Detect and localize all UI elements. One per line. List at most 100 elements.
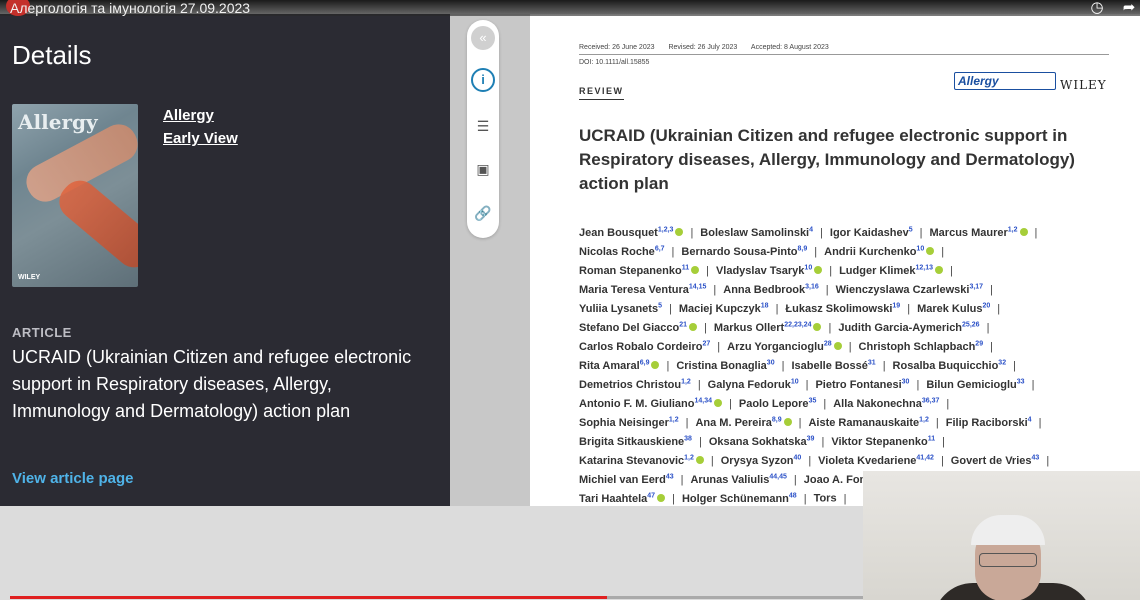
- author-name[interactable]: Viktor Stepanenko11: [831, 435, 935, 448]
- author-name[interactable]: Sophia Neisinger1,2: [579, 416, 679, 429]
- affiliation-sup[interactable]: 14,34: [694, 397, 712, 404]
- affiliation-sup[interactable]: 18: [761, 302, 769, 309]
- affiliation-sup[interactable]: 32: [998, 359, 1006, 366]
- info-icon[interactable]: i: [471, 68, 495, 92]
- affiliation-sup[interactable]: 1,2,3: [658, 226, 674, 233]
- author-name[interactable]: Orysya Syzon40: [721, 454, 802, 467]
- orcid-icon[interactable]: [814, 265, 823, 274]
- affiliation-sup[interactable]: 43: [1032, 454, 1040, 461]
- author-name[interactable]: Govert de Vries43: [951, 454, 1040, 467]
- author-name[interactable]: Vladyslav Tsaryk10: [716, 264, 823, 277]
- affiliation-sup[interactable]: 3,16: [805, 283, 819, 290]
- author-name[interactable]: Nicolas Roche6,7: [579, 245, 665, 258]
- affiliation-sup[interactable]: 8,9: [772, 416, 782, 423]
- author-name[interactable]: Paolo Lepore35: [739, 397, 817, 410]
- journal-cover-image[interactable]: Allergy WILEY: [12, 104, 138, 287]
- author-name[interactable]: Tari Haahtela47: [579, 492, 666, 505]
- affiliation-sup[interactable]: 8,9: [798, 245, 808, 252]
- orcid-icon[interactable]: [689, 322, 698, 331]
- author-name[interactable]: Jean Bousquet1,2,3: [579, 226, 684, 239]
- affiliation-sup[interactable]: 38: [684, 435, 692, 442]
- author-name[interactable]: Ludger Klimek12,13: [839, 264, 944, 277]
- affiliation-sup[interactable]: 39: [807, 435, 815, 442]
- author-name[interactable]: Filip Raciborski4: [946, 416, 1032, 429]
- affiliation-sup[interactable]: 41,42: [916, 454, 934, 461]
- author-name[interactable]: Boleslaw Samolinski4: [700, 226, 813, 239]
- affiliation-sup[interactable]: 22,23,24: [784, 321, 811, 328]
- affiliation-sup[interactable]: 12,13: [915, 264, 933, 271]
- author-name[interactable]: Marek Kulus20: [917, 302, 990, 315]
- affiliation-sup[interactable]: 14,15: [689, 283, 707, 290]
- affiliation-sup[interactable]: 11: [928, 435, 935, 442]
- author-name[interactable]: Aiste Ramanauskaite1,2: [808, 416, 929, 429]
- affiliation-sup[interactable]: 1,2: [1008, 226, 1018, 233]
- author-name[interactable]: Marcus Maurer1,2: [930, 226, 1028, 239]
- image-icon[interactable]: ▣: [471, 157, 495, 181]
- list-icon[interactable]: ☰: [471, 114, 495, 138]
- affiliation-sup[interactable]: 6,9: [640, 359, 650, 366]
- author-name[interactable]: Markus Ollert22,23,24: [714, 321, 822, 334]
- affiliation-sup[interactable]: 3,17: [969, 283, 983, 290]
- author-name[interactable]: Cristina Bonaglia30: [676, 359, 775, 372]
- author-name[interactable]: Bernardo Sousa-Pinto8,9: [681, 245, 808, 258]
- affiliation-sup[interactable]: 43: [666, 473, 674, 480]
- journal-name-link[interactable]: Allergy: [163, 107, 214, 124]
- affiliation-sup[interactable]: 1,2: [919, 416, 929, 423]
- author-name[interactable]: Michiel van Eerd43: [579, 473, 674, 486]
- author-name[interactable]: Rosalba Buquicchio32: [893, 359, 1007, 372]
- share-icon[interactable]: ➦: [1120, 0, 1138, 16]
- affiliation-sup[interactable]: 33: [1017, 378, 1025, 385]
- author-name[interactable]: Bilun Gemicioglu33: [926, 378, 1025, 391]
- affiliation-sup[interactable]: 10: [916, 245, 924, 252]
- clock-icon[interactable]: ◷: [1088, 0, 1106, 16]
- orcid-icon[interactable]: [691, 265, 700, 274]
- author-name[interactable]: Ana M. Pereira8,9: [695, 416, 792, 429]
- affiliation-sup[interactable]: 4: [809, 226, 813, 233]
- orcid-icon[interactable]: [935, 265, 944, 274]
- affiliation-sup[interactable]: 5: [909, 226, 913, 233]
- author-name[interactable]: Anna Bedbrook3,16: [723, 283, 819, 296]
- affiliation-sup[interactable]: 10: [791, 378, 799, 385]
- author-name[interactable]: Judith Garcia-Aymerich25,26: [838, 321, 979, 334]
- link-icon[interactable]: 🔗: [471, 201, 495, 225]
- author-name[interactable]: Łukasz Skolimowski19: [785, 302, 900, 315]
- orcid-icon[interactable]: [657, 493, 666, 502]
- author-name[interactable]: Carlos Robalo Cordeiro27: [579, 340, 710, 353]
- author-name[interactable]: Isabelle Bossé31: [791, 359, 876, 372]
- orcid-icon[interactable]: [833, 341, 842, 350]
- author-name[interactable]: Arunas Valiulis44,45: [690, 473, 787, 486]
- author-name[interactable]: Violeta Kvedariene41,42: [818, 454, 934, 467]
- affiliation-sup[interactable]: 1,2: [681, 378, 691, 385]
- affiliation-sup[interactable]: 44,45: [769, 473, 787, 480]
- affiliation-sup[interactable]: 30: [767, 359, 775, 366]
- author-name[interactable]: Wienczyslawa Czarlewski3,17: [836, 283, 983, 296]
- affiliation-sup[interactable]: 31: [868, 359, 876, 366]
- affiliation-sup[interactable]: 11: [682, 264, 689, 271]
- author-name[interactable]: Antonio F. M. Giuliano14,34: [579, 397, 723, 410]
- affiliation-sup[interactable]: 48: [789, 492, 797, 499]
- affiliation-sup[interactable]: 21: [679, 321, 687, 328]
- author-name[interactable]: Igor Kaidashev5: [830, 226, 913, 239]
- orcid-icon[interactable]: [813, 322, 822, 331]
- affiliation-sup[interactable]: 1,2: [669, 416, 679, 423]
- affiliation-sup[interactable]: 1,2: [684, 454, 694, 461]
- affiliation-sup[interactable]: 47: [647, 492, 655, 499]
- progress-fill[interactable]: [10, 596, 608, 599]
- affiliation-sup[interactable]: 35: [809, 397, 817, 404]
- author-name[interactable]: Roman Stepanenko11: [579, 264, 700, 277]
- author-name[interactable]: Andrii Kurchenko10: [824, 245, 935, 258]
- affiliation-sup[interactable]: 29: [975, 340, 983, 347]
- author-name[interactable]: Maciej Kupczyk18: [679, 302, 769, 315]
- author-name[interactable]: Alla Nakonechna36,37: [833, 397, 940, 410]
- author-name[interactable]: Stefano Del Giacco21: [579, 321, 698, 334]
- affiliation-sup[interactable]: 40: [794, 454, 802, 461]
- author-name[interactable]: Pietro Fontanesi30: [815, 378, 909, 391]
- author-name[interactable]: Demetrios Christou1,2: [579, 378, 691, 391]
- affiliation-sup[interactable]: 28: [824, 340, 832, 347]
- author-name[interactable]: Yuliia Lysanets5: [579, 302, 662, 315]
- author-name[interactable]: Arzu Yorgancioglu28: [727, 340, 842, 353]
- orcid-icon[interactable]: [926, 246, 935, 255]
- orcid-icon[interactable]: [695, 455, 704, 464]
- affiliation-sup[interactable]: 36,37: [922, 397, 940, 404]
- journal-issue-link[interactable]: Early View: [163, 130, 238, 147]
